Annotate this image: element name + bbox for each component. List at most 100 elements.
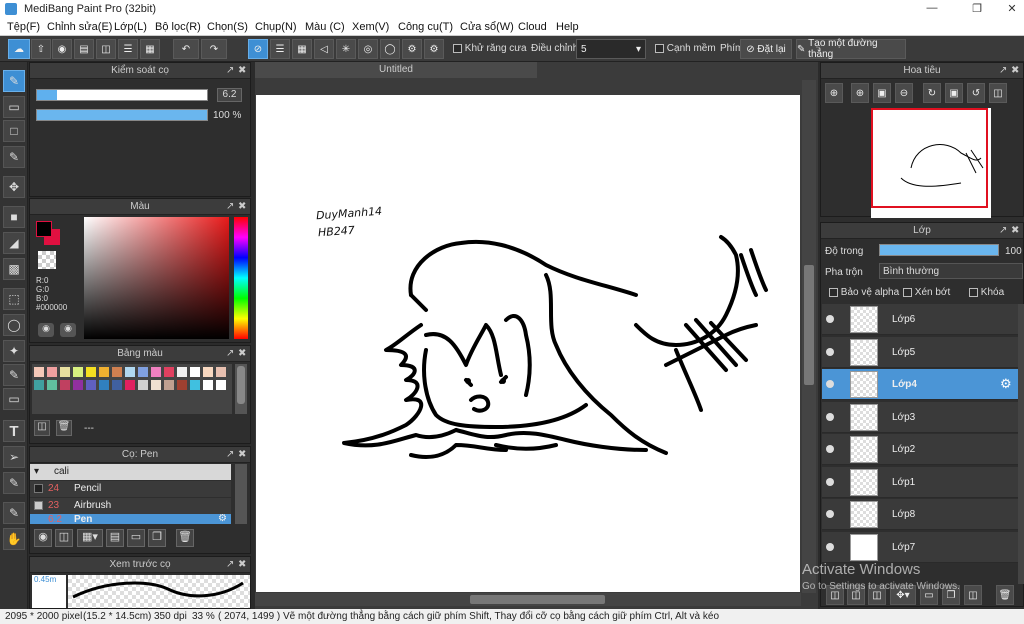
menu-file[interactable]: Tệp(F) (7, 21, 40, 33)
minimize-icon[interactable]: — (910, 2, 954, 14)
grid-icon[interactable]: ▦ (140, 39, 160, 59)
palette-swatch[interactable] (99, 380, 109, 390)
trash-icon[interactable]: 🗑 (996, 585, 1014, 605)
palette-swatch[interactable] (138, 367, 148, 377)
vanish-snap-icon[interactable]: ◁ (314, 39, 334, 59)
rotate-icon[interactable]: ↻ (923, 83, 941, 103)
message-icon[interactable]: ▤ (74, 39, 94, 59)
dot-icon[interactable]: ✎ (3, 146, 25, 168)
delete-brush-icon[interactable]: 🗑 (176, 529, 194, 547)
close-icon[interactable]: ✖ (238, 63, 246, 79)
layer-row[interactable]: Lớp4 ⚙ (822, 369, 1018, 400)
palette-swatch[interactable] (60, 380, 70, 390)
eye-icon[interactable] (826, 412, 834, 421)
new-brush-icon[interactable]: ◫ (55, 529, 73, 547)
palette-swatch[interactable] (203, 380, 213, 390)
parallel-snap-icon[interactable]: ☰ (270, 39, 290, 59)
operation-icon[interactable]: ➢ (3, 446, 25, 468)
close-icon[interactable]: ✖ (1011, 63, 1019, 79)
palette-swatch[interactable] (216, 380, 226, 390)
palette-swatch[interactable] (151, 367, 161, 377)
eye-icon[interactable] (826, 347, 834, 356)
comment-icon[interactable]: ◉ (52, 39, 72, 59)
menu-tools[interactable]: Công cụ(T) (398, 21, 453, 33)
zoom-out-icon[interactable]: ⊖ (895, 83, 913, 103)
menu-window[interactable]: Cửa sổ(W) (460, 21, 514, 33)
menu-view[interactable]: Xem(V) (352, 21, 389, 33)
close-icon[interactable]: ✖ (238, 557, 246, 573)
menu-cloud[interactable]: Cloud (518, 21, 547, 33)
gear-icon[interactable]: ⚙ (1000, 376, 1012, 392)
layer-row[interactable]: Lớp7 (822, 531, 1018, 563)
palette-swatch[interactable] (73, 380, 83, 390)
radial-snap-icon[interactable]: ✳ (336, 39, 356, 59)
protect-alpha-checkbox[interactable] (829, 287, 838, 297)
palette-swatch[interactable] (177, 367, 187, 377)
layer-row[interactable]: Lớp6 (822, 304, 1018, 335)
brush-size-slider[interactable] (36, 89, 208, 101)
eye-icon[interactable] (826, 477, 834, 486)
brush-scrollbar[interactable] (235, 464, 247, 524)
redo-icon[interactable]: ↷ (201, 39, 227, 59)
new-palette-icon[interactable]: ◫ (34, 420, 50, 436)
brush-opacity-slider[interactable] (36, 109, 208, 121)
gear-icon[interactable]: ⚙ (218, 514, 227, 524)
no-snap-icon[interactable]: ⊘ (248, 39, 268, 59)
palette-swatch[interactable] (164, 380, 174, 390)
close-icon[interactable]: ✖ (1011, 223, 1019, 239)
select-pen-icon[interactable]: ✎ (3, 364, 25, 386)
reset-button[interactable]: ⊘ Đặt lại (740, 39, 792, 59)
cloud-icon[interactable]: ☁ (8, 39, 30, 59)
brush-group[interactable]: ▾ cali (30, 464, 231, 480)
palette-swatch[interactable] (73, 367, 83, 377)
select-rect-icon[interactable]: ⬚ (3, 288, 25, 310)
lock-toggle[interactable]: Khóa (969, 287, 1004, 298)
brush-icon[interactable]: ✎ (3, 70, 25, 92)
edge-checkbox[interactable] (655, 43, 664, 53)
straight-line-button[interactable]: ✎ Tạo một đường thẳng (796, 38, 906, 60)
palette-swatch[interactable] (125, 367, 135, 377)
list-icon[interactable]: ☰ (118, 39, 138, 59)
brush-type-icon[interactable]: ▦▾ (77, 529, 103, 547)
brush-folder-icon[interactable]: ▭ (127, 529, 145, 547)
horizontal-scrollbar[interactable] (255, 593, 801, 606)
adjust-select[interactable]: 5 ▾ (576, 39, 646, 59)
flip-icon[interactable]: ◫ (989, 83, 1007, 103)
layer-opacity-slider[interactable] (879, 244, 999, 256)
palette-swatch[interactable] (47, 380, 57, 390)
palette-swatch[interactable] (216, 367, 226, 377)
close-icon[interactable]: ✖ (238, 346, 246, 362)
rotate-right-icon[interactable]: ↺ (967, 83, 985, 103)
popout-icon[interactable]: ↗ (999, 63, 1007, 79)
palette-swatch[interactable] (99, 367, 109, 377)
popout-icon[interactable]: ↗ (226, 346, 234, 362)
transparent-color-swatch[interactable] (38, 251, 56, 269)
popout-icon[interactable]: ↗ (226, 63, 234, 79)
palette-swatch[interactable] (177, 380, 187, 390)
eraser-icon[interactable]: ▭ (3, 96, 25, 118)
fill-rect-icon[interactable]: ■ (3, 206, 25, 228)
eye-icon[interactable] (826, 315, 834, 323)
menu-select[interactable]: Chọn(S) (207, 21, 248, 33)
menu-edit[interactable]: Chỉnh sửa(E) (47, 21, 112, 33)
eye-icon[interactable] (826, 542, 834, 551)
palette-edit-icon[interactable]: ◉ (60, 323, 76, 337)
select-eraser-icon[interactable]: ▭ (3, 388, 25, 410)
palette-swatch[interactable] (112, 367, 122, 377)
add-brush-icon[interactable]: ◉ (34, 529, 52, 547)
palette-swatch[interactable] (190, 367, 200, 377)
palette-swatch[interactable] (34, 367, 44, 377)
snap-gear-icon[interactable]: ⚙ (402, 39, 422, 59)
zoom-fit-icon[interactable]: ⊕ (825, 83, 843, 103)
layer-row[interactable]: Lớp5 (822, 336, 1018, 368)
palette-scroll-thumb[interactable] (237, 366, 245, 404)
popout-icon[interactable]: ↗ (226, 447, 234, 463)
brush-size-value[interactable]: 6.2 (217, 88, 242, 102)
brush-copy-icon[interactable]: ❐ (148, 529, 166, 547)
eye-icon[interactable] (826, 445, 834, 453)
layer-opacity-value[interactable]: 100 % (1005, 246, 1024, 257)
protect-alpha-toggle[interactable]: Bảo vệ alpha (829, 287, 899, 298)
cross-snap-icon[interactable]: ▦ (292, 39, 312, 59)
clipping-checkbox[interactable] (903, 287, 912, 297)
magic-wand-icon[interactable]: ✦ (3, 340, 25, 362)
